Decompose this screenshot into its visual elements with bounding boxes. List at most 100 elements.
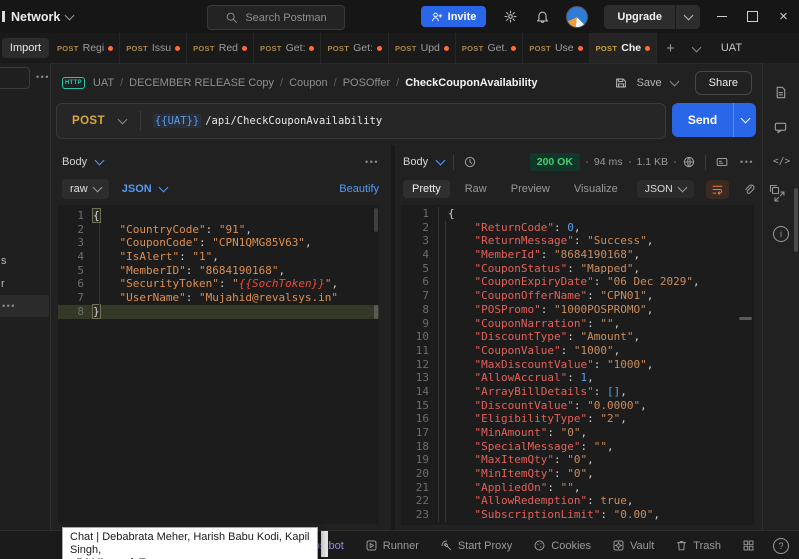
- environment-selector[interactable]: UAT: [709, 33, 799, 63]
- body-format-selector[interactable]: raw: [62, 179, 109, 199]
- tab-post-red[interactable]: POSTRed: [187, 33, 254, 63]
- statusbar-label: Cookies: [551, 540, 591, 552]
- comments-icon[interactable]: [773, 120, 788, 135]
- method-chevron-icon[interactable]: [117, 115, 127, 125]
- minimize-button[interactable]: [706, 0, 737, 33]
- grid-icon[interactable]: [742, 539, 755, 552]
- paperclip-icon: [742, 183, 755, 196]
- wrap-text-button[interactable]: [706, 180, 729, 199]
- line-number: 12: [401, 358, 439, 372]
- help-icon[interactable]: ?: [773, 538, 789, 554]
- response-view-raw[interactable]: Raw: [456, 180, 496, 198]
- workspace-switcher[interactable]: Network: [2, 10, 73, 24]
- share-button[interactable]: Share: [695, 71, 752, 95]
- response-view-visualize[interactable]: Visualize: [565, 180, 627, 198]
- breadcrumb-item[interactable]: DECEMBER RELEASE Copy: [129, 77, 274, 89]
- line-number: 23: [401, 508, 439, 522]
- tab-title: Issu: [152, 42, 171, 54]
- global-search-input[interactable]: Search Postman: [207, 5, 345, 30]
- tab-post-get-[interactable]: POSTGet:: [321, 33, 388, 63]
- tab-post-use[interactable]: POSTUse: [523, 33, 589, 63]
- code-line: 4 "IsAlert": "1",: [58, 250, 379, 264]
- request-body-editor[interactable]: 1{2 "CountryCode": "91",3 "CouponCode": …: [58, 205, 379, 524]
- tab-post-upd[interactable]: POSTUpd: [389, 33, 456, 63]
- statusbar-cookies[interactable]: Cookies: [533, 539, 591, 552]
- line-number: 22: [401, 494, 439, 508]
- line-number: 21: [401, 481, 439, 495]
- statusbar-vault[interactable]: Vault: [612, 539, 654, 552]
- user-avatar[interactable]: [566, 6, 588, 28]
- documentation-icon[interactable]: [773, 85, 788, 100]
- copy-link-button[interactable]: [742, 183, 755, 196]
- new-tab-button[interactable]: +: [657, 40, 684, 57]
- close-button[interactable]: ×: [768, 0, 799, 33]
- more-actions-icon[interactable]: •••: [740, 157, 754, 167]
- upgrade-button[interactable]: Upgrade: [604, 5, 700, 29]
- tab-post-issu[interactable]: POST Issu: [120, 33, 187, 63]
- url-path-input[interactable]: /api/CheckCouponAvailability: [205, 115, 382, 127]
- tab-post-get-[interactable]: POSTGet:: [254, 33, 321, 63]
- unsaved-dot-icon: [309, 46, 314, 51]
- language-selector[interactable]: JSON: [122, 183, 152, 195]
- code-line: 1{: [58, 209, 379, 223]
- code-line: 7 "UserName": "Mujahid@revalsys.in": [58, 291, 379, 305]
- search-placeholder: Search Postman: [245, 12, 326, 24]
- tab-method-label: POST: [126, 44, 148, 53]
- more-actions-icon[interactable]: •••: [365, 157, 379, 167]
- history-button[interactable]: [463, 155, 477, 169]
- statusbar-trash[interactable]: Trash: [675, 539, 721, 552]
- response-language-selector[interactable]: JSON: [637, 180, 694, 198]
- globe-icon: [682, 155, 696, 169]
- send-options-button[interactable]: [733, 103, 756, 137]
- environment-name: UAT: [721, 42, 742, 54]
- tab-options-button[interactable]: [684, 42, 709, 54]
- taskbar-artifact: [321, 531, 328, 557]
- method-selector[interactable]: POST: [72, 115, 105, 127]
- save-dropdown-chevron[interactable]: [669, 77, 679, 87]
- request-section-selector[interactable]: Body: [62, 156, 87, 168]
- code-line: 8 "POSPromo": "1000POSPROMO",: [401, 303, 754, 317]
- import-button[interactable]: Import: [2, 38, 49, 58]
- statusbar-label: Start Proxy: [458, 540, 512, 552]
- breadcrumb-item[interactable]: POSOffer: [343, 77, 390, 89]
- network-info-button[interactable]: [682, 155, 696, 169]
- statusbar-start-proxy[interactable]: Start Proxy: [440, 539, 512, 552]
- statusbar-runner[interactable]: Runner: [365, 539, 419, 552]
- tab-method-label: POST: [193, 44, 215, 53]
- response-view-pretty[interactable]: Pretty: [403, 180, 450, 198]
- tab-post-regi[interactable]: POSTRegi: [51, 33, 120, 63]
- cut-collection-text: r: [1, 278, 5, 290]
- url-variable[interactable]: {{UAT}}: [153, 114, 201, 128]
- copy-response-button[interactable]: [768, 183, 781, 196]
- response-body-viewer[interactable]: 1{2 "ReturnCode": 0,3 "ReturnMessage": "…: [401, 205, 754, 525]
- window-scrollbar[interactable]: [794, 188, 798, 252]
- tab-post-get-[interactable]: POSTGet.: [456, 33, 523, 63]
- code-snippet-icon[interactable]: </>: [773, 155, 790, 167]
- viewer-scrollbar[interactable]: [739, 317, 752, 320]
- line-number: 15: [401, 399, 439, 413]
- save-button[interactable]: Save: [637, 77, 662, 89]
- upgrade-dropdown[interactable]: [675, 5, 700, 29]
- maximize-button[interactable]: [737, 0, 768, 33]
- save-response-icon: [715, 155, 729, 169]
- sidebar-selected-item[interactable]: •••: [0, 295, 49, 317]
- editor-scrollbar[interactable]: [374, 208, 378, 232]
- code-line: 5 "MemberID": "8684190168",: [58, 264, 379, 278]
- breadcrumb-item[interactable]: UAT: [93, 77, 114, 89]
- request-name[interactable]: CheckCouponAvailability: [405, 77, 537, 89]
- settings-button[interactable]: [503, 9, 518, 24]
- code-line: 6 "CouponExpiryDate": "06 Dec 2029",: [401, 275, 754, 289]
- sidebar-filter-input[interactable]: [0, 67, 30, 89]
- response-section-selector[interactable]: Body: [403, 156, 428, 168]
- notifications-button[interactable]: [535, 9, 550, 24]
- response-view-preview[interactable]: Preview: [502, 180, 559, 198]
- info-icon[interactable]: i: [773, 226, 789, 242]
- beautify-button[interactable]: Beautify: [339, 183, 379, 195]
- send-button[interactable]: Send: [672, 103, 733, 137]
- invite-button[interactable]: Invite: [421, 6, 487, 27]
- more-actions-icon[interactable]: •••: [36, 72, 50, 82]
- code-line: 2 "CountryCode": "91",: [58, 223, 379, 237]
- tab-post-che[interactable]: POSTChe: [590, 33, 657, 63]
- breadcrumb-item[interactable]: Coupon: [289, 77, 328, 89]
- save-response-button[interactable]: [715, 155, 729, 169]
